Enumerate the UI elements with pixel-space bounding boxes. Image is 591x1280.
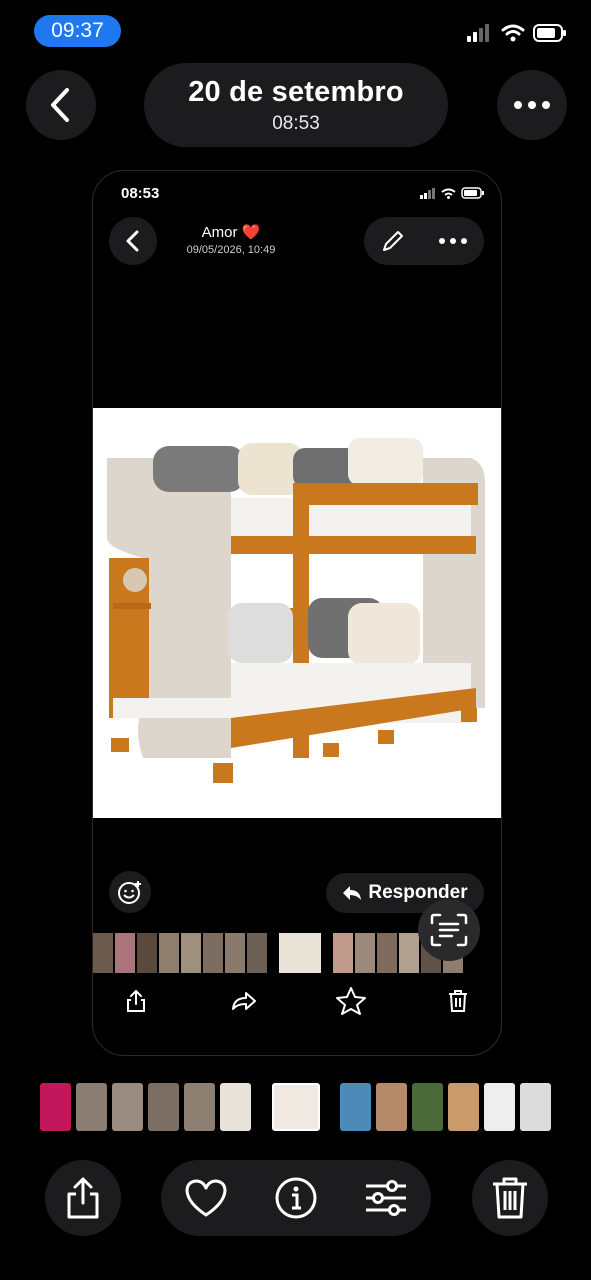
status-icons bbox=[467, 24, 567, 42]
ellipsis-icon bbox=[514, 101, 550, 109]
bunk-bed-photo bbox=[93, 408, 501, 818]
chevron-left-icon bbox=[51, 88, 69, 122]
star-icon bbox=[336, 987, 366, 1015]
trash-icon bbox=[449, 990, 467, 1012]
photo-screenshot[interactable]: 08:53 Amor ❤️ 09/05/2026, 10:49 Responde… bbox=[92, 170, 502, 1056]
thumbnail[interactable] bbox=[484, 1083, 515, 1131]
thumbnail[interactable] bbox=[112, 1083, 143, 1131]
wifi-icon bbox=[441, 188, 456, 199]
share-icon bbox=[67, 1177, 99, 1219]
page-subtitle: 08:53 bbox=[272, 112, 320, 134]
status-time-text: 09:37 bbox=[51, 19, 104, 42]
thumbnail[interactable] bbox=[220, 1083, 251, 1131]
thumbnail bbox=[399, 933, 419, 973]
spacer bbox=[323, 933, 331, 973]
thumbnail bbox=[159, 933, 179, 973]
more-button[interactable] bbox=[497, 70, 567, 140]
smiley-plus-icon bbox=[118, 881, 141, 904]
share-button[interactable] bbox=[45, 1160, 121, 1236]
live-text-button bbox=[418, 899, 480, 961]
inner-back-button bbox=[109, 217, 157, 265]
chevron-left-icon bbox=[126, 230, 139, 252]
info-button[interactable] bbox=[268, 1170, 324, 1226]
spacer bbox=[269, 933, 277, 973]
thumbnail bbox=[203, 933, 223, 973]
text-scan-icon bbox=[430, 913, 468, 947]
thumbnail bbox=[93, 933, 113, 973]
back-button[interactable] bbox=[26, 70, 96, 140]
inner-status-time: 08:53 bbox=[121, 185, 160, 202]
photo-actions bbox=[161, 1160, 431, 1236]
thumbnail bbox=[377, 933, 397, 973]
thumbnail[interactable] bbox=[412, 1083, 443, 1131]
inner-actions bbox=[364, 217, 484, 265]
pencil-icon bbox=[383, 231, 403, 251]
inner-star bbox=[333, 983, 369, 1019]
inner-delete bbox=[440, 983, 476, 1019]
info-icon bbox=[275, 1177, 317, 1219]
thumbnail[interactable] bbox=[148, 1083, 179, 1131]
battery-icon bbox=[533, 24, 566, 42]
thumbnail[interactable] bbox=[76, 1083, 107, 1131]
favorite-button[interactable] bbox=[178, 1170, 234, 1226]
forward-icon bbox=[232, 992, 256, 1010]
thumbnail bbox=[181, 933, 201, 973]
thumbnail[interactable] bbox=[520, 1083, 551, 1131]
sliders-icon bbox=[366, 1180, 406, 1216]
date-title: 20 de setembro 08:53 bbox=[144, 63, 448, 147]
delete-button[interactable] bbox=[472, 1160, 548, 1236]
thumbnail[interactable] bbox=[40, 1083, 71, 1131]
adjust-button[interactable] bbox=[358, 1170, 414, 1226]
inner-status-icons bbox=[420, 187, 485, 199]
add-reaction-button bbox=[109, 871, 151, 913]
cellular-signal-icon bbox=[420, 187, 435, 199]
contact-name: Amor ❤️ bbox=[201, 224, 261, 241]
thumbnail bbox=[355, 933, 375, 973]
heart-icon bbox=[185, 1179, 227, 1217]
thumbnail[interactable] bbox=[448, 1083, 479, 1131]
thumbnail bbox=[247, 933, 267, 973]
inner-share bbox=[118, 983, 154, 1019]
inner-forward bbox=[226, 983, 262, 1019]
status-time: 09:37 bbox=[34, 15, 121, 47]
trash-icon bbox=[493, 1177, 527, 1219]
thumbnail[interactable] bbox=[184, 1083, 215, 1131]
share-icon bbox=[127, 989, 145, 1012]
thumbnail bbox=[137, 933, 157, 973]
page-title: 20 de setembro bbox=[188, 75, 404, 108]
wifi-icon bbox=[501, 24, 525, 42]
inner-toolbar bbox=[93, 983, 501, 1019]
photo-thumbnail-strip[interactable] bbox=[0, 1083, 591, 1131]
thumbnail[interactable] bbox=[376, 1083, 407, 1131]
thumbnail bbox=[115, 933, 135, 973]
thumbnail-selected bbox=[279, 933, 321, 973]
reply-arrow-icon bbox=[343, 886, 362, 900]
thumbnail-selected[interactable] bbox=[272, 1083, 320, 1131]
thumbnail bbox=[225, 933, 245, 973]
thumbnail bbox=[333, 933, 353, 973]
ellipsis-icon bbox=[439, 238, 467, 244]
thumbnail[interactable] bbox=[340, 1083, 371, 1131]
message-date: 09/05/2026, 10:49 bbox=[186, 244, 276, 256]
cellular-signal-icon bbox=[467, 24, 489, 42]
bunk-bed-image bbox=[93, 408, 501, 818]
battery-icon bbox=[461, 187, 484, 199]
